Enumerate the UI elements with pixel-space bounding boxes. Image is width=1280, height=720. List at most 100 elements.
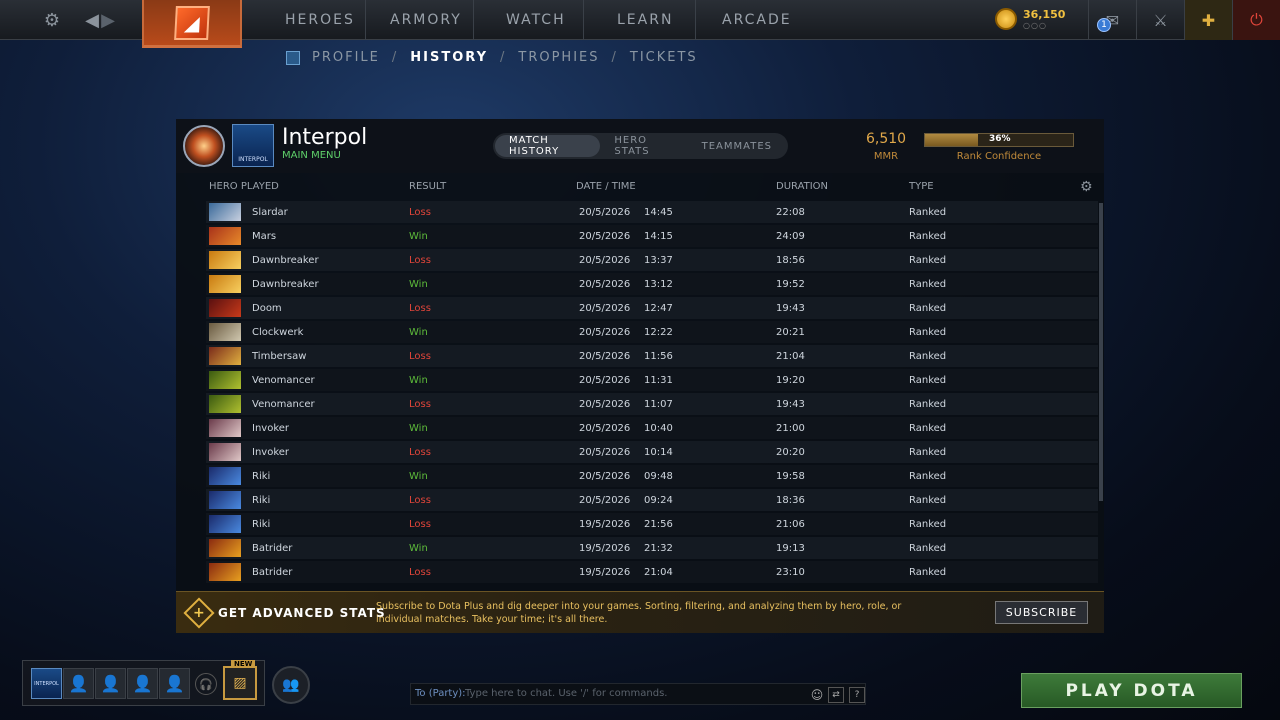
nav-watch[interactable]: WATCH: [474, 0, 584, 40]
match-result: Loss: [409, 447, 431, 458]
gear-icon[interactable]: ⚙: [40, 8, 64, 32]
shards-amount: 36,150: [1023, 8, 1066, 21]
match-date: 20/5/2026: [579, 471, 631, 482]
table-row[interactable]: Riki Loss 19/5/2026 21:56 21:06 Ranked: [206, 513, 1098, 535]
dota-logo-button[interactable]: ◢: [142, 0, 242, 48]
party-slot-self[interactable]: INTERPOL: [31, 668, 62, 699]
chat-channel-label[interactable]: To (Party):: [415, 688, 466, 699]
hero-portrait: [209, 347, 241, 365]
chat-input[interactable]: Type here to chat. Use '/' for commands.: [465, 688, 667, 699]
party-slot-empty[interactable]: 👤: [159, 668, 190, 699]
hero-name: Venomancer: [252, 399, 315, 410]
mmr-value: 6,510: [866, 131, 907, 147]
hero-name: Timbersaw: [252, 351, 307, 362]
table-row[interactable]: Dawnbreaker Win 20/5/2026 13:12 19:52 Ranked: [206, 273, 1098, 295]
nav-learn[interactable]: LEARN: [584, 0, 696, 40]
match-time: 14:45: [644, 207, 673, 218]
match-date: 20/5/2026: [579, 423, 631, 434]
col-result[interactable]: RESULT: [409, 181, 446, 192]
scrollbar[interactable]: [1099, 203, 1103, 501]
subscribe-button[interactable]: SUBSCRIBE: [995, 601, 1088, 624]
party-slot-empty[interactable]: 👤: [127, 668, 158, 699]
table-row[interactable]: Clockwerk Win 20/5/2026 12:22 20:21 Ranked: [206, 321, 1098, 343]
profile-header: INTERPOL Interpol MAIN MENU MATCH HISTOR…: [176, 119, 1104, 173]
nav-heroes[interactable]: HEROES: [270, 0, 366, 40]
banner-text: Subscribe to Dota Plus and dig deeper in…: [376, 601, 902, 625]
player-status: MAIN MENU: [282, 150, 341, 161]
hero-name: Batrider: [252, 543, 293, 554]
table-row[interactable]: Venomancer Win 20/5/2026 11:31 19:20 Ranked: [206, 369, 1098, 391]
match-time: 21:56: [644, 519, 673, 530]
match-date: 19/5/2026: [579, 543, 631, 554]
match-duration: 19:20: [776, 375, 805, 386]
hero-portrait: [209, 395, 241, 413]
table-row[interactable]: Invoker Win 20/5/2026 10:40 21:00 Ranked: [206, 417, 1098, 439]
play-dota-button[interactable]: PLAY DOTA: [1021, 673, 1242, 708]
gear-icon[interactable]: ⚙: [1080, 179, 1093, 195]
shards-display[interactable]: 36,150 ○○○: [995, 8, 1065, 30]
match-date: 20/5/2026: [579, 279, 631, 290]
table-row[interactable]: Slardar Loss 20/5/2026 14:45 22:08 Ranked: [206, 201, 1098, 223]
table-row[interactable]: Dawnbreaker Loss 20/5/2026 13:37 18:56 Ranked: [206, 249, 1098, 271]
match-type: Ranked: [909, 303, 947, 314]
profile-subnav: PROFILE / HISTORY / TROPHIES / TICKETS: [286, 50, 698, 65]
col-duration[interactable]: DURATION: [776, 181, 828, 192]
subnav-trophies[interactable]: TROPHIES: [518, 50, 599, 65]
armory-shortcut-button[interactable]: ⚔: [1136, 0, 1184, 40]
tab-match-history[interactable]: MATCH HISTORY: [495, 135, 601, 157]
sword-shield-icon: ⚔: [1153, 10, 1168, 30]
match-duration: 21:04: [776, 351, 805, 362]
chat-wheel-icon[interactable]: ⇄: [828, 687, 844, 703]
nav-arcade[interactable]: ARCADE: [696, 0, 808, 40]
emoji-icon[interactable]: ☺: [809, 687, 825, 703]
col-type[interactable]: TYPE: [909, 181, 934, 192]
table-row[interactable]: Riki Loss 20/5/2026 09:24 18:36 Ranked: [206, 489, 1098, 511]
player-name: Interpol: [282, 125, 368, 150]
match-result: Loss: [409, 399, 431, 410]
mail-button[interactable]: ✉ 1: [1088, 0, 1136, 40]
table-row[interactable]: Batrider Loss 19/5/2026 21:04 23:10 Ranked: [206, 561, 1098, 583]
tab-hero-stats[interactable]: HERO STATS: [600, 135, 687, 157]
nav-armory[interactable]: ARMORY: [366, 0, 474, 40]
hero-portrait: [209, 515, 241, 533]
chat-bar[interactable]: To (Party): Type here to chat. Use '/' f…: [410, 683, 866, 705]
table-row[interactable]: Riki Win 20/5/2026 09:48 19:58 Ranked: [206, 465, 1098, 487]
tab-teammates[interactable]: TEAMMATES: [688, 135, 786, 157]
match-time: 13:37: [644, 255, 673, 266]
avatar[interactable]: INTERPOL: [232, 124, 274, 167]
rank-medal-icon[interactable]: [183, 125, 225, 167]
subnav-history[interactable]: HISTORY: [410, 50, 488, 65]
dota-plus-button[interactable]: ✚: [1184, 0, 1232, 40]
table-row[interactable]: Invoker Loss 20/5/2026 10:14 20:20 Ranked: [206, 441, 1098, 463]
friends-button[interactable]: 👥: [272, 666, 310, 704]
match-duration: 21:00: [776, 423, 805, 434]
match-date: 19/5/2026: [579, 567, 631, 578]
match-duration: 19:13: [776, 543, 805, 554]
match-result: Win: [409, 543, 428, 554]
match-time: 21:04: [644, 567, 673, 578]
help-button[interactable]: ?: [849, 687, 865, 703]
match-time: 09:48: [644, 471, 673, 482]
col-date-time[interactable]: DATE / TIME: [576, 181, 636, 192]
exit-button[interactable]: ⏻: [1232, 0, 1280, 40]
party-slot-empty[interactable]: 👤: [95, 668, 126, 699]
hero-name: Riki: [252, 519, 271, 530]
headset-icon[interactable]: 🎧: [195, 673, 217, 695]
forward-arrow-icon[interactable]: ▶: [96, 8, 120, 32]
party-slot-empty[interactable]: 👤: [63, 668, 94, 699]
user-icon: 👤: [164, 674, 185, 693]
history-tabs: MATCH HISTORY HERO STATS TEAMMATES: [493, 133, 788, 159]
hero-portrait: [209, 539, 241, 557]
party-self-label: INTERPOL: [34, 680, 59, 687]
subnav-tickets[interactable]: TICKETS: [630, 50, 698, 65]
table-row[interactable]: Batrider Win 19/5/2026 21:32 19:13 Ranked: [206, 537, 1098, 559]
table-row[interactable]: Venomancer Loss 20/5/2026 11:07 19:43 Ranked: [206, 393, 1098, 415]
table-row[interactable]: Doom Loss 20/5/2026 12:47 19:43 Ranked: [206, 297, 1098, 319]
col-hero-played[interactable]: HERO PLAYED: [209, 181, 279, 192]
table-row[interactable]: Mars Win 20/5/2026 14:15 24:09 Ranked: [206, 225, 1098, 247]
subnav-profile[interactable]: PROFILE: [312, 50, 380, 65]
battle-pass-button[interactable]: NEW ▨: [223, 660, 257, 700]
match-duration: 19:52: [776, 279, 805, 290]
table-row[interactable]: Timbersaw Loss 20/5/2026 11:56 21:04 Ranked: [206, 345, 1098, 367]
match-time: 11:07: [644, 399, 673, 410]
